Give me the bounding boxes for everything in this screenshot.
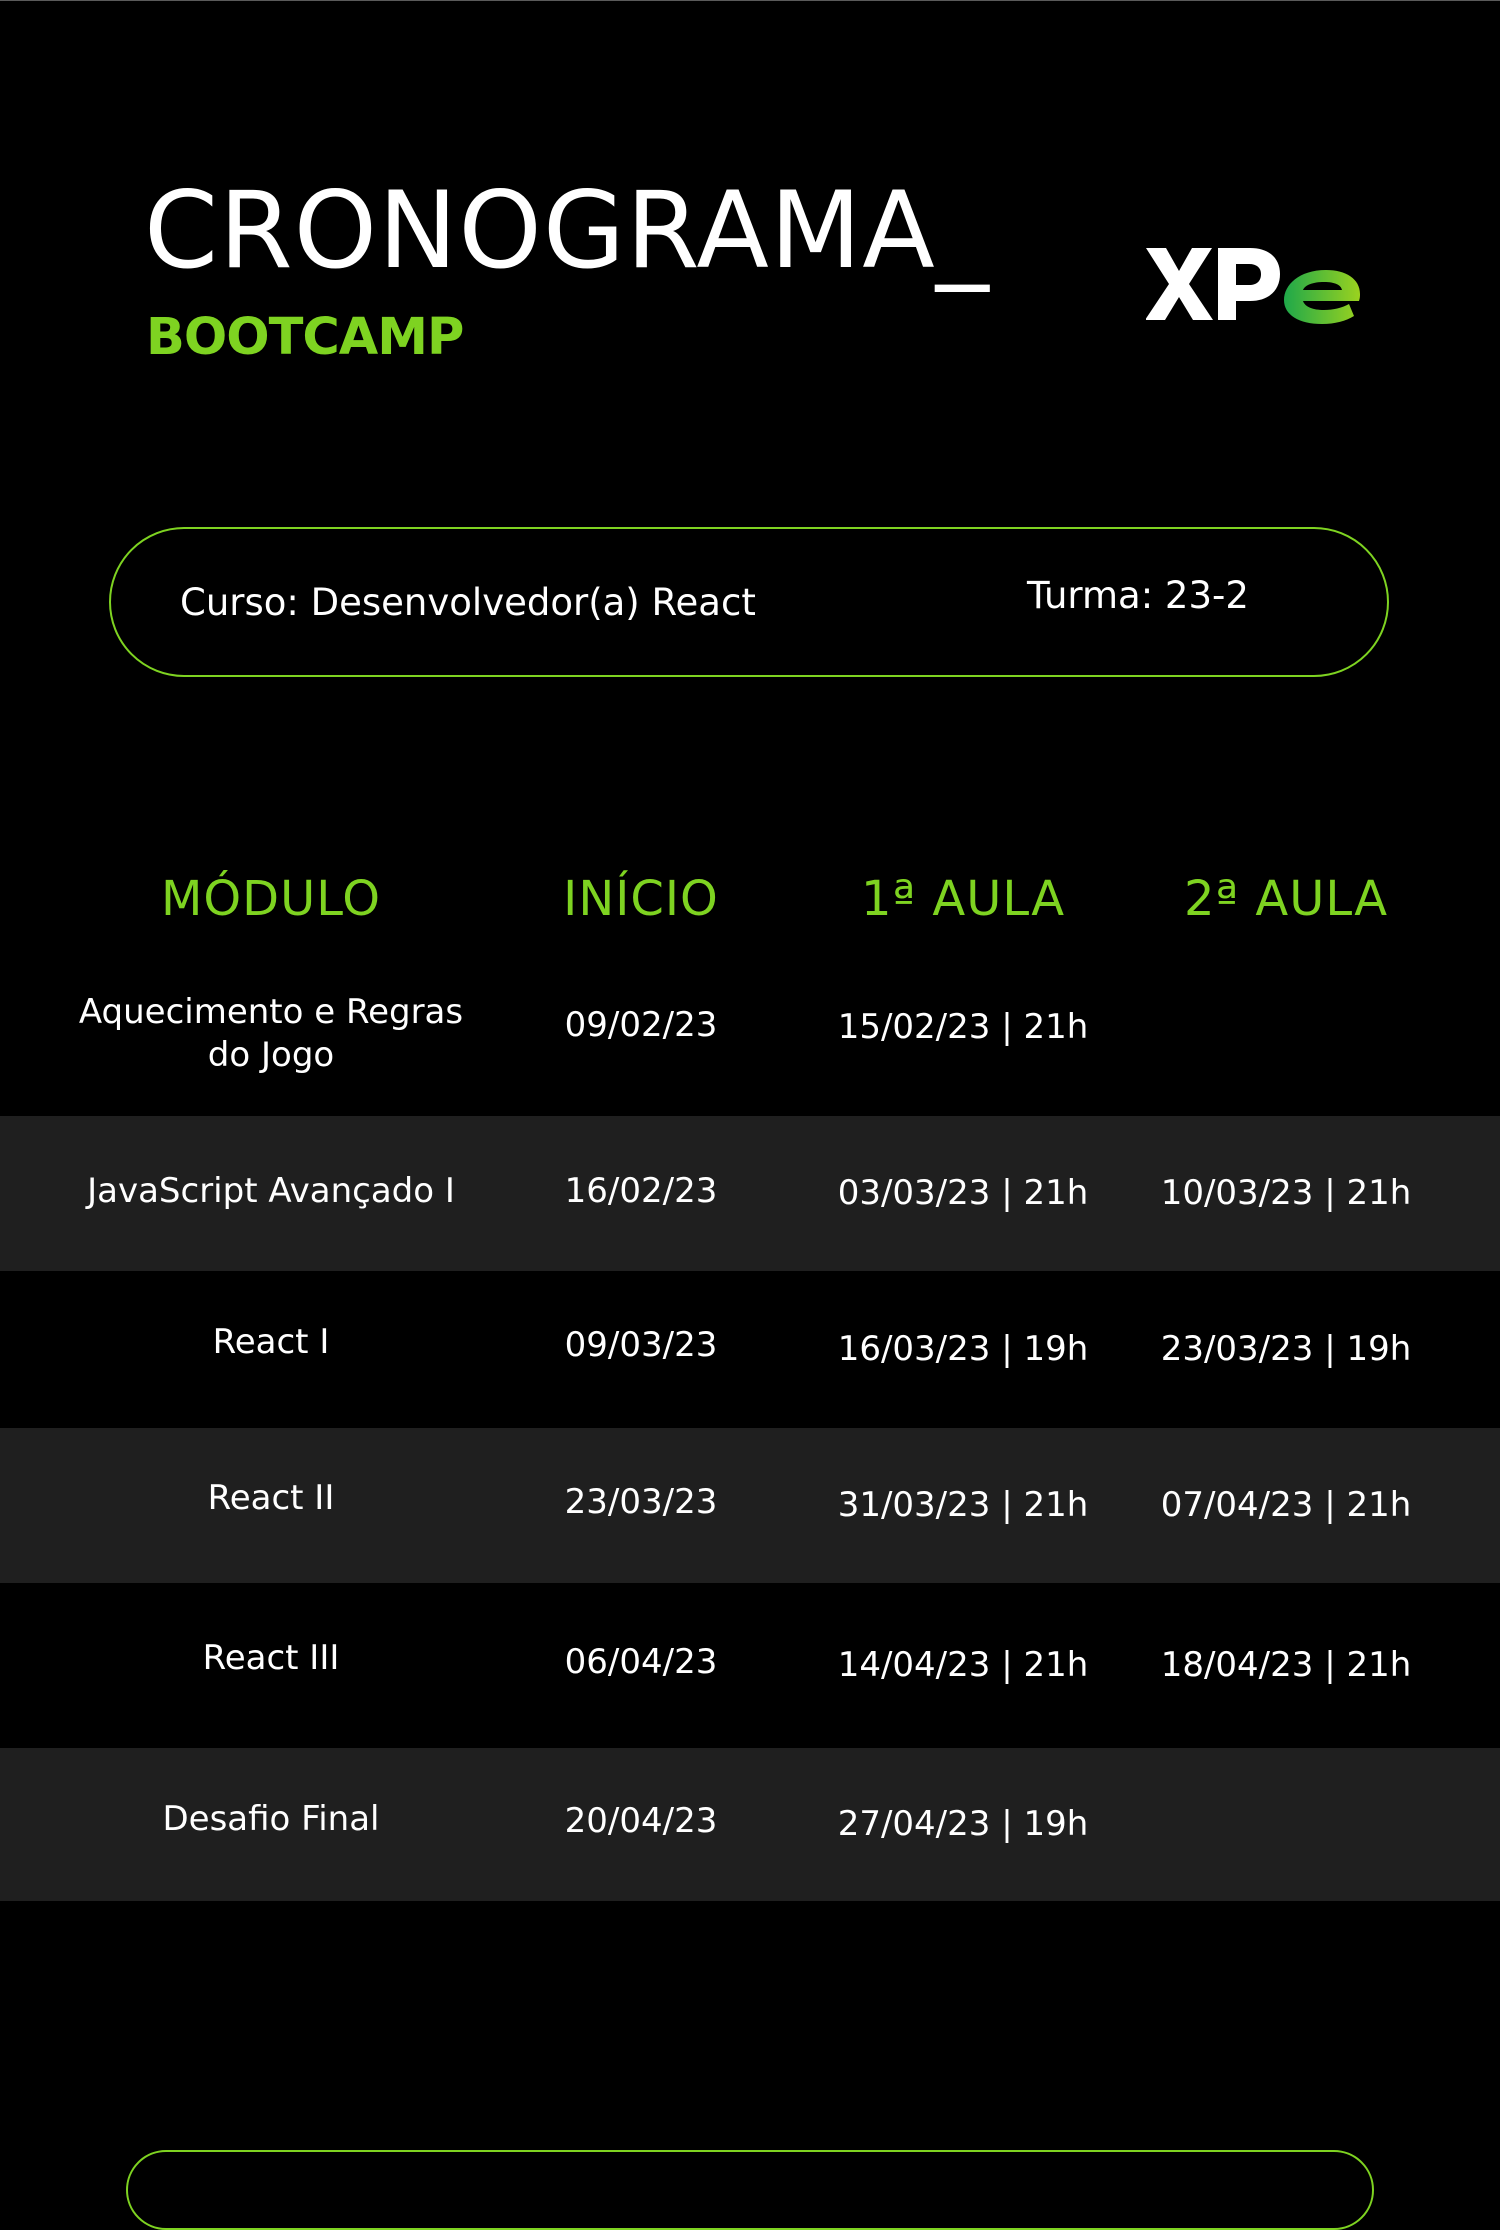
class2-cell: 18/04/23 | 21h	[1160, 1645, 1412, 1685]
table-row: React I 09/03/23 16/03/23 | 19h 23/03/23…	[0, 1272, 1500, 1427]
table-row: JavaScript Avançado I 16/02/23 03/03/23 …	[0, 1116, 1500, 1271]
column-header-class2: 2ª AULA	[1183, 871, 1389, 927]
module-cell: Desafio Final	[162, 1799, 380, 1839]
table-row: Aquecimento e Regras do Jogo 09/02/23 15…	[0, 960, 1500, 1115]
table-row: React II 23/03/23 31/03/23 | 21h 07/04/2…	[0, 1428, 1500, 1583]
column-header-class1: 1ª AULA	[860, 871, 1066, 927]
start-cell: 09/03/23	[564, 1325, 718, 1365]
column-header-module: MÓDULO	[160, 871, 382, 927]
bottom-info-box	[126, 2150, 1374, 2230]
start-cell: 23/03/23	[564, 1482, 718, 1522]
module-cell: React II	[207, 1478, 335, 1518]
table-row: Desafio Final 20/04/23 27/04/23 | 19h	[0, 1748, 1500, 1901]
module-cell: JavaScript Avançado I	[87, 1171, 455, 1211]
start-cell: 06/04/23	[564, 1642, 718, 1682]
class2-cell	[1126, 1748, 1446, 1901]
class2-cell: 10/03/23 | 21h	[1160, 1173, 1412, 1213]
column-header-start: INÍCIO	[563, 871, 719, 927]
class2-cell: 07/04/23 | 21h	[1160, 1485, 1412, 1525]
class-label: Turma: 23-2	[1027, 574, 1249, 617]
class2-cell: 23/03/23 | 19h	[1160, 1329, 1412, 1369]
class1-cell: 16/03/23 | 19h	[837, 1329, 1089, 1369]
class1-cell: 27/04/23 | 19h	[837, 1804, 1089, 1844]
xpe-logo	[1146, 248, 1360, 324]
start-cell: 16/02/23	[564, 1171, 718, 1211]
class1-cell: 15/02/23 | 21h	[837, 1007, 1089, 1047]
class1-cell: 14/04/23 | 21h	[837, 1645, 1089, 1685]
module-cell: Aquecimento e Regras do Jogo	[78, 991, 464, 1075]
start-cell: 20/04/23	[564, 1801, 718, 1841]
course-label: Curso: Desenvolvedor(a) React	[180, 581, 756, 624]
table-row: React III 06/04/23 14/04/23 | 21h 18/04/…	[0, 1584, 1500, 1747]
top-border-line	[0, 0, 1500, 1]
class2-cell	[1126, 960, 1446, 1115]
start-cell: 09/02/23	[564, 1005, 718, 1045]
module-cell: React III	[202, 1638, 340, 1678]
page-title: CRONOGRAMA_	[144, 169, 990, 292]
module-cell: React I	[212, 1322, 330, 1362]
class1-cell: 31/03/23 | 21h	[837, 1485, 1089, 1525]
page-subtitle: BOOTCAMP	[146, 308, 464, 367]
class1-cell: 03/03/23 | 21h	[837, 1173, 1089, 1213]
